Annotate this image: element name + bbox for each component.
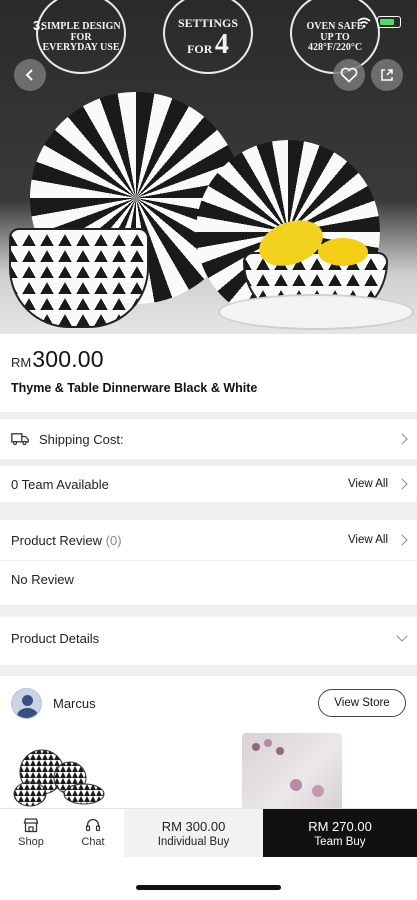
- review-view-all[interactable]: View All: [347, 534, 408, 546]
- shipping-row[interactable]: Shipping Cost:: [0, 419, 417, 459]
- plate-stack: [218, 294, 414, 330]
- divider: [0, 412, 417, 419]
- price-block: RM 300.00 Thyme & Table Dinnerware Black…: [0, 334, 417, 412]
- chevron-down-icon: [396, 630, 408, 642]
- currency-label: RM: [11, 355, 32, 370]
- view-store-button[interactable]: View Store: [318, 689, 406, 717]
- share-button[interactable]: [371, 59, 403, 91]
- favorite-button[interactable]: [333, 59, 365, 91]
- product-title: Thyme & Table Dinnerware Black & White: [11, 381, 258, 395]
- shipping-label: Shipping Cost:: [39, 431, 124, 447]
- status-time: 3:: [33, 18, 45, 33]
- team-price: RM 270.00: [308, 818, 372, 834]
- view-all-label: View All: [347, 478, 388, 490]
- headset-icon: [85, 818, 101, 832]
- divider: [0, 459, 417, 466]
- chat-tab[interactable]: Chat: [62, 809, 124, 857]
- team-label: Team Buy: [314, 835, 366, 848]
- avatar[interactable]: [11, 687, 42, 719]
- individual-buy-button[interactable]: RM 300.00 Individual Buy: [124, 809, 263, 857]
- team-available-label: 0 Team Available: [11, 476, 109, 492]
- store-row: Marcus View Store: [0, 676, 417, 730]
- lemon: [318, 238, 368, 266]
- heart-icon: [340, 67, 358, 83]
- divider: [0, 605, 417, 617]
- details-label: Product Details: [11, 630, 100, 646]
- home-indicator[interactable]: [136, 885, 281, 890]
- oven-safe-badge: OVEN SAFE UP TO 428°F/220°C: [290, 0, 380, 74]
- product-price: RM 300.00: [11, 346, 406, 373]
- chevron-right-icon: [396, 534, 408, 546]
- team-view-all[interactable]: View All: [347, 478, 408, 490]
- individual-label: Individual Buy: [157, 835, 230, 848]
- back-button[interactable]: [14, 59, 46, 91]
- shop-icon: [23, 818, 39, 833]
- chevron-left-icon: [25, 69, 33, 81]
- individual-price: RM 300.00: [161, 818, 226, 834]
- chevron-right-icon: [396, 478, 408, 490]
- store-name[interactable]: Marcus: [53, 696, 96, 711]
- price-amount: 300.00: [32, 346, 104, 372]
- chat-label: Chat: [81, 836, 105, 848]
- team-buy-button[interactable]: RM 270.00 Team Buy: [263, 809, 417, 857]
- view-all-label: View All: [347, 534, 388, 546]
- review-count: (0): [105, 532, 122, 548]
- review-label: Product Review (0): [11, 533, 122, 548]
- settings-badge: SETTINGS FOR 4: [163, 0, 253, 74]
- no-review-text: No Review: [11, 571, 74, 587]
- review-title: Product Review: [11, 532, 103, 548]
- product-review-row[interactable]: Product Review (0) View All: [0, 520, 417, 560]
- chevron-right-icon: [396, 433, 408, 445]
- status-icons: [357, 16, 401, 28]
- team-row[interactable]: 0 Team Available View All: [0, 466, 417, 502]
- shop-tab[interactable]: Shop: [0, 809, 62, 857]
- related-product-thumbnail[interactable]: [242, 733, 342, 810]
- no-review-row: No Review: [0, 561, 417, 597]
- truck-icon: [11, 433, 29, 445]
- battery-icon: [377, 16, 401, 28]
- share-icon: [381, 69, 393, 81]
- related-product-thumbnail[interactable]: [12, 748, 108, 810]
- product-image[interactable]: SIMPLE DESIGN FOR EVERYDAY USE SETTINGS FO…: [0, 0, 417, 334]
- bottom-action-bar: Shop Chat RM 300.00 Individual Buy RM 27…: [0, 808, 417, 857]
- wifi-icon: [357, 17, 371, 28]
- divider: [0, 502, 417, 520]
- product-details-row[interactable]: Product Details: [0, 617, 417, 659]
- shop-label: Shop: [18, 836, 44, 848]
- divider: [0, 665, 417, 676]
- bowl-left: [9, 228, 149, 328]
- design-badge: SIMPLE DESIGN FOR EVERYDAY USE: [36, 0, 126, 74]
